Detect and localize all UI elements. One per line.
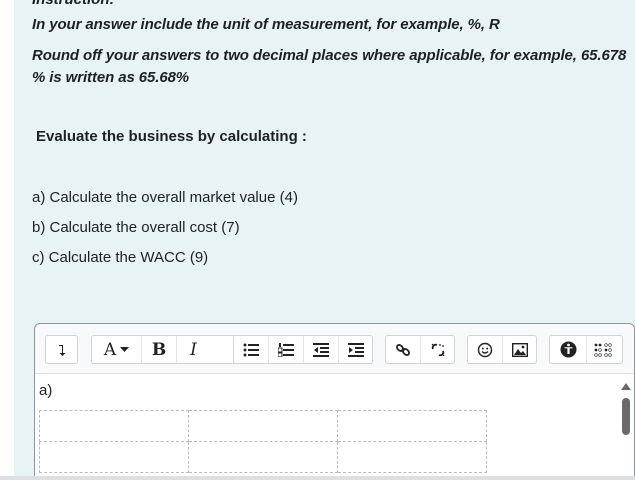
toolbar-group-links: [385, 335, 455, 364]
table-cell[interactable]: [188, 410, 338, 442]
answer-table[interactable]: [39, 410, 487, 473]
editor-content-area[interactable]: a): [35, 375, 634, 480]
toolbar-group-collapse: [45, 335, 78, 364]
answer-editor: A B I a): [34, 323, 635, 480]
table-row: [39, 410, 487, 442]
link-button[interactable]: [386, 336, 421, 363]
toolbar-group-more: [549, 335, 623, 364]
table-cell[interactable]: [188, 441, 338, 473]
more-options-button[interactable]: [587, 336, 622, 363]
question-item-c: c) Calculate the WACC (9): [32, 249, 209, 266]
numbered-list-button[interactable]: [269, 336, 304, 363]
scroll-up-arrow[interactable]: [621, 383, 631, 390]
bold-button[interactable]: B: [142, 336, 177, 363]
bulleted-list-button[interactable]: [234, 336, 269, 363]
toolbar-group-lists: [233, 335, 373, 364]
scrollbar-thumb[interactable]: [622, 398, 630, 435]
outdent-button[interactable]: [304, 336, 339, 363]
instruction-rounding: Round off your answers to two decimal pl…: [32, 47, 627, 86]
font-size-dropdown[interactable]: A: [92, 336, 142, 363]
accessibility-checker-button[interactable]: [550, 336, 587, 363]
bulleted-list-icon: [243, 343, 259, 356]
table-cell[interactable]: [39, 441, 189, 473]
indent-icon: [347, 342, 364, 357]
toolbar-group-style: A B I: [91, 335, 245, 364]
instruction-units: In your answer include the unit of measu…: [32, 16, 500, 33]
emoji-button[interactable]: [468, 336, 503, 363]
caret-down-icon: [120, 346, 130, 352]
accessibility-icon: [560, 341, 576, 358]
insert-image-button[interactable]: [503, 336, 536, 363]
font-size-label: A: [103, 339, 117, 360]
smiley-icon: [477, 342, 493, 357]
answer-paragraph[interactable]: a): [39, 382, 52, 399]
instruction-title: Instruction:: [32, 0, 115, 8]
braille-dots-icon: [593, 342, 612, 357]
link-icon: [396, 343, 410, 356]
indent-button[interactable]: [339, 336, 372, 363]
question-item-a: a) Calculate the overall market value (4…: [32, 189, 298, 206]
image-icon: [511, 342, 528, 357]
table-row: [39, 441, 487, 473]
page-bottom-border: [0, 476, 635, 480]
editor-toolbar: A B I: [35, 324, 634, 374]
italic-button[interactable]: I: [177, 336, 210, 363]
unlink-icon: [431, 343, 444, 356]
table-cell[interactable]: [39, 410, 189, 442]
outdent-icon: [313, 342, 329, 357]
question-text-box: Instruction: In your answer include the …: [14, 0, 635, 480]
toolbar-toggle-button[interactable]: [46, 336, 77, 363]
numbered-list-icon: [278, 342, 294, 357]
question-item-b: b) Calculate the overall cost (7): [32, 219, 240, 236]
unlink-button[interactable]: [421, 336, 454, 363]
table-cell[interactable]: [337, 410, 487, 442]
table-cell[interactable]: [337, 441, 487, 473]
toolbar-group-insert: [467, 335, 537, 364]
arrow-down-icon: [58, 344, 65, 356]
question-heading: Evaluate the business by calculating :: [36, 128, 307, 145]
